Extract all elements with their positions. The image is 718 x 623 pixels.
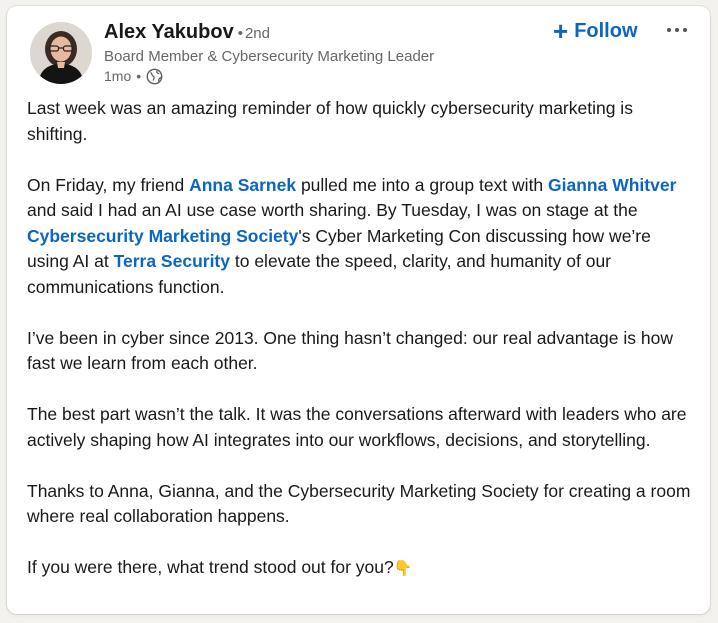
post-card: Alex Yakubov • 2nd Board Member & Cybersec… <box>7 6 710 614</box>
text-fragment: pulled me into a group text with <box>296 174 549 195</box>
bullet-separator: • <box>237 25 243 42</box>
post-paragraph: The best part wasn’t the talk. It was th… <box>27 404 687 450</box>
follow-button[interactable]: + Follow <box>553 18 638 44</box>
more-options-button[interactable] <box>663 16 691 44</box>
text-fragment: and said I had an AI use case worth shar… <box>27 200 638 220</box>
post-paragraph: Last week was an amazing reminder of how… <box>27 98 633 144</box>
mention-terra-security[interactable]: Terra Security <box>114 251 230 271</box>
mention-anna-sarnek[interactable]: Anna Sarnek <box>189 175 296 195</box>
author-name[interactable]: Alex Yakubov <box>104 21 234 43</box>
post-paragraph: Thanks to Anna, Gianna, and the Cybersec… <box>27 480 691 527</box>
post-meta: 1mo • <box>104 66 163 86</box>
pointing-down-emoji: 👇 <box>393 560 413 577</box>
text-fragment: On Friday, my friend <box>27 174 190 195</box>
globe-icon <box>146 68 163 85</box>
follow-label: Follow <box>574 20 638 42</box>
plus-icon: + <box>553 16 569 46</box>
ellipsis-icon <box>667 28 687 32</box>
author-headline: Board Member & Cybersecurity Marketing L… <box>104 48 435 65</box>
avatar-image <box>30 22 92 84</box>
connection-degree: 2nd <box>244 25 270 42</box>
post-body: Last week was an amazing reminder of how… <box>27 96 695 582</box>
post-header: Alex Yakubov • 2nd Board Member & Cybersec… <box>7 6 710 96</box>
bullet-separator: • <box>136 68 142 84</box>
avatar[interactable] <box>30 22 92 84</box>
mention-cybersecurity-marketing-society[interactable]: Cybersecurity Marketing Society <box>27 226 298 246</box>
post-paragraph: On Friday, my friend Anna Sarnek pulled … <box>27 173 695 301</box>
post-time: 1mo <box>104 68 132 84</box>
text-fragment: If you were there, what trend stood out … <box>27 557 394 577</box>
post-paragraph: I’ve been in cyber since 2013. One thing… <box>27 327 673 374</box>
author-line: Alex Yakubov • 2nd <box>104 21 270 45</box>
post-paragraph: If you were there, what trend stood out … <box>27 555 695 582</box>
mention-gianna-whitver[interactable]: Gianna Whitver <box>548 175 676 195</box>
